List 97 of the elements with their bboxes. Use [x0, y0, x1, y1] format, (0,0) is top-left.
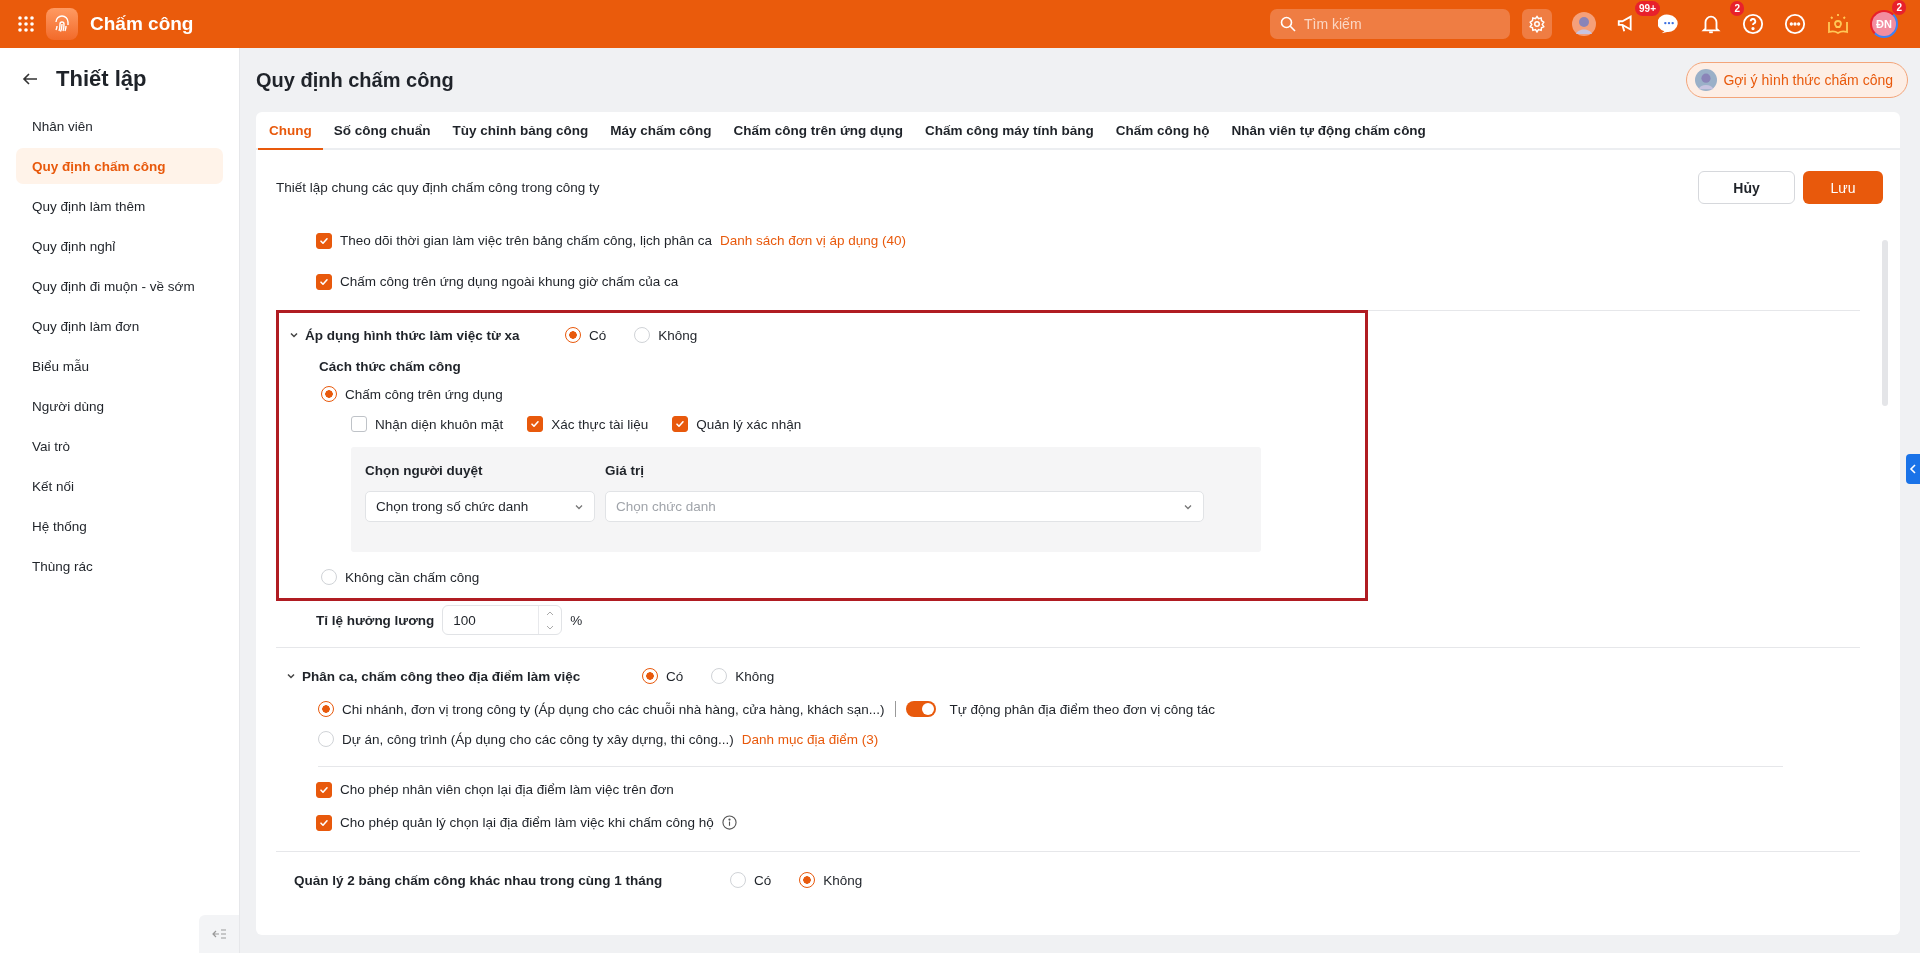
tab[interactable]: Số công chuẩn [322, 112, 442, 150]
sidebar-item[interactable]: Vai trò [16, 428, 223, 464]
search-icon [1280, 16, 1296, 32]
checkbox-label: Quản lý xác nhận [696, 416, 802, 432]
count-badge: 2 [1730, 1, 1744, 16]
radio-button[interactable] [321, 386, 337, 402]
sidebar-item[interactable]: Người dùng [16, 388, 223, 424]
checkbox[interactable] [316, 781, 332, 798]
checkbox[interactable] [351, 416, 367, 432]
app-title: Chấm công [90, 13, 194, 35]
toggle-label: Tự động phân địa điểm theo đơn vị công tác [949, 701, 1216, 717]
checkbox[interactable] [316, 814, 332, 831]
collapse-icon [212, 928, 226, 940]
number-input[interactable]: 100 [442, 605, 563, 635]
chevron-left-icon [1909, 464, 1917, 474]
radio-button[interactable] [642, 668, 658, 684]
radio-label: Chi nhánh, đơn vị trong công ty (Áp dụng cho các chuỗi nhà hàng, cửa hàng, khách sạn...) [342, 701, 885, 717]
sidebar-item[interactable]: Kết nối [16, 468, 223, 504]
scrollbar-thumb[interactable] [1882, 240, 1888, 406]
radio-label: Có [589, 327, 607, 343]
chevron-icon[interactable] [289, 330, 299, 340]
info-icon[interactable] [721, 815, 737, 830]
checkbox-label: Nhận diện khuôn mặt [375, 416, 504, 432]
check-icon [319, 235, 329, 246]
sidebar-item[interactable]: Thùng rác [16, 548, 223, 584]
check-icon [319, 784, 329, 795]
cancel-button[interactable]: Hủy [1698, 171, 1795, 204]
sidebar-item[interactable]: Quy định nghỉ [16, 228, 223, 264]
location-list-link[interactable]: Danh mục địa điểm (3) [741, 731, 879, 747]
tab[interactable]: Chấm công hộ [1104, 112, 1221, 150]
more-icon[interactable] [1784, 13, 1806, 35]
save-button[interactable]: Lưu [1803, 171, 1883, 204]
avatar-icon [1695, 69, 1718, 91]
radio-label: Có [754, 872, 772, 888]
count-badge: 99+ [1635, 1, 1660, 16]
checkbox-label: Cho phép quản lý chọn lại địa điểm làm việc khi chấm công hộ [340, 815, 714, 830]
unit-list-link[interactable]: Danh sách đơn vị áp dụng (40) [720, 233, 907, 248]
sidebar-title: Thiết lập [56, 66, 147, 92]
checkbox-label: Xác thực tài liệu [551, 416, 649, 432]
lightbulb-icon[interactable] [1826, 12, 1850, 36]
checkbox[interactable] [672, 416, 689, 432]
settings-button[interactable] [1522, 9, 1552, 39]
toggle-switch[interactable] [905, 701, 936, 717]
radio-label: Không cần chấm công [345, 569, 480, 585]
tab[interactable]: Chung [258, 112, 323, 150]
sidebar-item[interactable]: Biểu mẫu [16, 348, 223, 384]
field-label: Giá trị [605, 461, 645, 480]
tab[interactable]: Chấm công máy tính bảng [914, 112, 1105, 150]
radio-label: Không [735, 668, 775, 684]
check-icon [319, 276, 329, 287]
radio-button[interactable] [318, 701, 334, 717]
apps-grid-icon[interactable] [18, 16, 34, 32]
subsection-title: Cách thức chấm công [318, 357, 462, 376]
section-title: Áp dụng hình thức làm việc từ xa [305, 327, 521, 343]
section-title: Phân ca, chấm công theo địa điểm làm việc [302, 668, 582, 684]
checkbox-label: Chấm công trên ứng dụng ngoài khung giờ chấm của ca [340, 274, 679, 289]
checkbox[interactable] [316, 232, 332, 249]
description-text: Thiết lập chung các quy định chấm công trong công ty [276, 180, 600, 195]
tab[interactable]: Chấm công trên ứng dụng [722, 112, 915, 150]
tab[interactable]: Máy chấm công [599, 112, 723, 150]
check-icon [530, 419, 541, 429]
check-icon [675, 419, 686, 429]
radio-button[interactable] [799, 872, 816, 888]
sidebar-item[interactable]: Nhân viên [16, 108, 223, 144]
checkbox-label: Theo dõi thời gian làm việc trên bảng chấm công, lịch phân ca [340, 233, 713, 248]
checkbox[interactable] [527, 416, 544, 432]
count-badge: 2 [1892, 0, 1906, 15]
avatar-icon[interactable] [1572, 12, 1596, 36]
radio-label: Chấm công trên ứng dụng [345, 386, 503, 402]
radio-label: Dự án, công trình (Áp dụng cho các công ty xây dựng, thi công...) [342, 731, 734, 747]
sidebar-item[interactable]: Hệ thống [16, 508, 223, 544]
bell-icon[interactable] [1700, 13, 1722, 35]
radio-button[interactable] [565, 327, 581, 343]
radio-label: Không [658, 327, 698, 343]
check-icon [319, 817, 329, 828]
checkbox[interactable] [316, 273, 332, 290]
chat-icon[interactable] [1658, 13, 1680, 35]
radio-label: Không [823, 872, 863, 888]
field-label: Tỉ lệ hưởng lương [316, 612, 435, 628]
field-label: Chọn người duyệt [365, 461, 484, 480]
sidebar-item[interactable]: Quy định làm thêm [16, 188, 223, 224]
settings-icon [1528, 15, 1546, 33]
tab[interactable]: Nhân viên tự động chấm công [1220, 112, 1437, 150]
checkbox-label: Cho phép nhân viên chọn lại địa điểm làm việc trên đơn [340, 782, 674, 797]
sidebar-item[interactable]: Quy định đi muộn - về sớm [16, 268, 223, 304]
fingerprint-icon [46, 8, 78, 40]
unit-label: % [570, 612, 583, 628]
side-panel-handle[interactable] [1906, 454, 1920, 484]
help-icon[interactable] [1742, 13, 1764, 35]
page-title: Quy định chấm công [256, 68, 454, 92]
approver-select[interactable]: Chọn trong số chức danh [365, 491, 595, 522]
radio-label: Có [666, 668, 684, 684]
back-arrow-icon[interactable] [22, 71, 38, 87]
tab[interactable]: Tùy chỉnh bảng công [441, 112, 600, 150]
setting-label: Quản lý 2 bảng chấm công khác nhau trong cùng 1 tháng [294, 872, 664, 888]
sidebar-item[interactable]: Quy định làm đơn [16, 308, 223, 344]
chevron-icon[interactable] [286, 671, 296, 681]
